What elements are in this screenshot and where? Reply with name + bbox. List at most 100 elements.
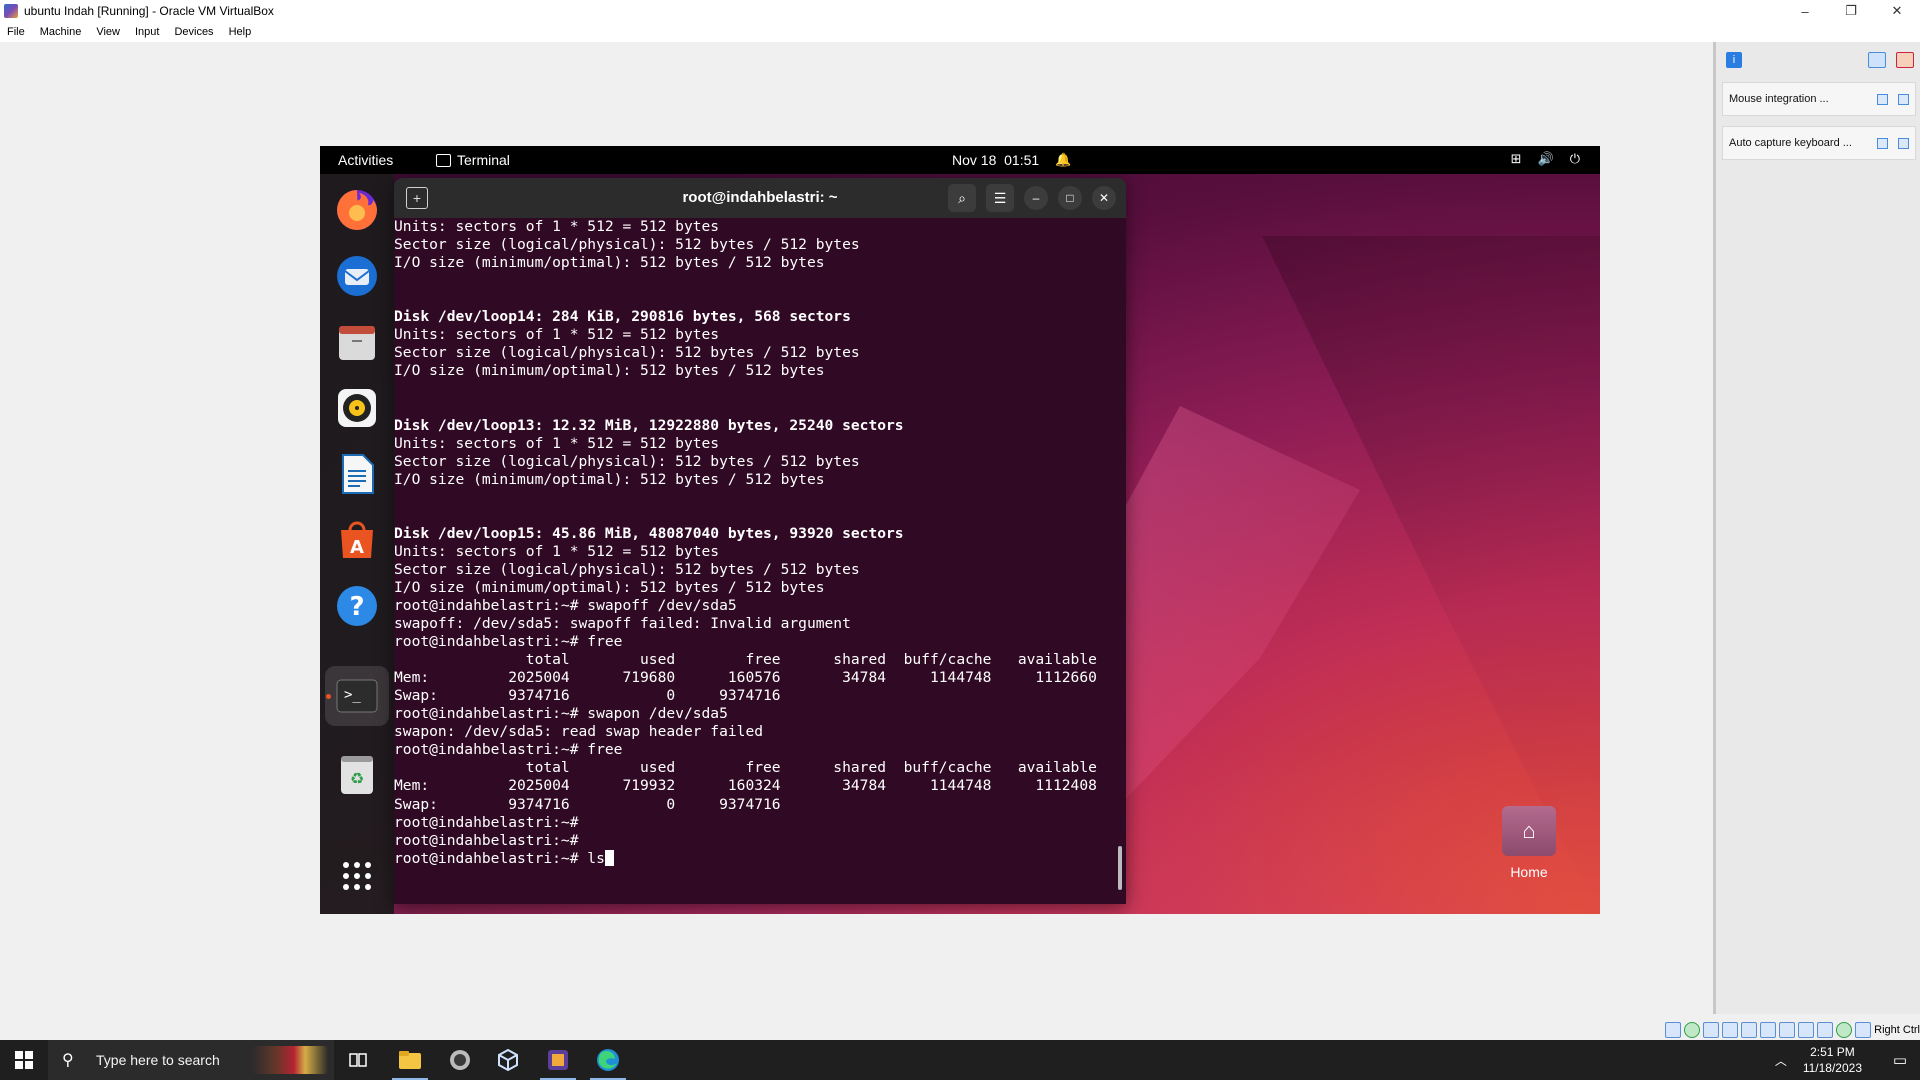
close-notification-icon[interactable] [1898, 93, 1909, 105]
terminal-line: root@indahbelastri:~# [394, 813, 579, 831]
minimize-terminal-button[interactable]: – [1024, 186, 1048, 210]
task-view-button[interactable] [334, 1040, 382, 1080]
search-button[interactable]: ⌕ [948, 184, 976, 212]
close-terminal-button[interactable]: ✕ [1092, 186, 1116, 210]
terminal-text: Units: sectors of 1 * 512 = 512 bytes Se… [394, 218, 1112, 868]
hamburger-icon: ☰ [993, 189, 1007, 206]
terminal-line: Sector size (logical/physical): 512 byte… [394, 560, 860, 578]
terminal-line: Mem: 2025004 719680 160576 34784 1144748… [394, 669, 1097, 687]
close-button[interactable]: ✕ [1874, 0, 1920, 22]
keyboard-capture-icon[interactable] [1855, 1022, 1872, 1038]
maximize-terminal-button[interactable]: □ [1058, 186, 1082, 210]
menu-view[interactable]: View [89, 26, 128, 38]
guest-screen[interactable]: Activities Terminal Nov 18 01:51 🔔 ⊞ 🔊 ⏻ [320, 146, 1600, 914]
rhythmbox-icon[interactable] [335, 386, 379, 430]
firefox-icon[interactable] [335, 188, 379, 232]
info-icon: i [1726, 52, 1742, 68]
shared-folders-icon[interactable] [1760, 1022, 1777, 1038]
terminal-line: Disk /dev/loop13: 12.32 MiB, 12922880 by… [394, 416, 904, 434]
vbox-title-bar: ubuntu Indah [Running] - Oracle VM Virtu… [0, 0, 1920, 22]
svg-text:A: A [350, 537, 364, 558]
menu-help[interactable]: Help [222, 26, 260, 38]
taskbar-date: 11/18/2023 [1802, 1061, 1862, 1075]
terminal-icon[interactable]: >_ [325, 666, 389, 726]
app-menu-label: Terminal [457, 152, 510, 168]
terminal-prompt: root@indahbelastri:~# [394, 849, 588, 867]
edge-taskbar-icon[interactable] [584, 1040, 632, 1080]
menu-input[interactable]: Input [128, 26, 167, 38]
thunderbird-taskbar-icon[interactable] [436, 1040, 484, 1080]
terminal-line: root@indahbelastri:~# [394, 831, 579, 849]
display-icon[interactable] [1779, 1022, 1796, 1038]
hamburger-menu-button[interactable]: ☰ [986, 184, 1014, 212]
terminal-line: root@indahbelastri:~# free [394, 741, 623, 759]
desktop-home-folder[interactable]: ⌂ Home [1499, 806, 1559, 880]
search-highlight-image [252, 1046, 328, 1074]
system-tray: ︿ 2:51 PM 11/18/2023 ▭ [1775, 1040, 1920, 1080]
audio-icon[interactable] [1703, 1022, 1720, 1038]
system-menu[interactable]: ⊞ 🔊 ⏻ [1511, 151, 1580, 167]
hard-disk-icon[interactable] [1665, 1022, 1682, 1038]
terminal-line: Sector size (logical/physical): 512 byte… [394, 236, 860, 254]
terminal-output[interactable]: Units: sectors of 1 * 512 = 512 bytes Se… [394, 218, 1112, 904]
app-taskbar-icon[interactable] [484, 1040, 532, 1080]
terminal-scrollbar[interactable] [1118, 846, 1122, 890]
show-apps-icon[interactable] [335, 854, 379, 898]
mouse-integration-icon[interactable] [1836, 1022, 1853, 1038]
restore-button[interactable]: ❐ [1828, 0, 1874, 22]
svg-text:?: ? [349, 592, 364, 622]
start-button[interactable] [0, 1040, 48, 1080]
notification-auto-capture-keyboard[interactable]: Auto capture keyboard ... [1722, 126, 1916, 160]
do-not-show-icon[interactable] [1877, 137, 1888, 149]
windows-logo-icon [15, 1051, 33, 1069]
action-center-icon[interactable]: ▭ [1880, 1051, 1920, 1069]
menu-devices[interactable]: Devices [167, 26, 221, 38]
files-icon[interactable] [335, 320, 379, 364]
optical-drive-icon[interactable] [1684, 1022, 1701, 1038]
close-notification-icon[interactable] [1898, 137, 1909, 149]
terminal-line: total used free shared buff/cache availa… [394, 759, 1097, 777]
file-explorer-taskbar-icon[interactable] [386, 1040, 434, 1080]
menu-machine[interactable]: Machine [33, 26, 90, 38]
help-icon[interactable]: ? [335, 584, 379, 628]
dismiss-all-icon[interactable] [1896, 52, 1914, 68]
show-hidden-icons-chevron-up-icon[interactable]: ︿ [1775, 1052, 1787, 1069]
home-folder-icon: ⌂ [1502, 806, 1556, 856]
activities-button[interactable]: Activities [338, 152, 393, 168]
terminal-line: root@indahbelastri:~# swapoff /dev/sda5 [394, 596, 737, 614]
usb-icon[interactable] [1741, 1022, 1758, 1038]
terminal-line: root@indahbelastri:~# free [394, 633, 623, 651]
terminal-line: I/O size (minimum/optimal): 512 bytes / … [394, 254, 825, 272]
minimize-button[interactable]: – [1782, 0, 1828, 22]
virtualbox-taskbar-icon[interactable] [534, 1040, 582, 1080]
app-center-icon[interactable]: A [335, 518, 379, 562]
ubuntu-dock: A ? >_ ♻ [320, 174, 394, 914]
cpu-icon[interactable] [1817, 1022, 1834, 1038]
terminal-icon [436, 153, 451, 167]
terminal-line: swapon: /dev/sda5: read swap header fail… [394, 723, 764, 741]
terminal-line: I/O size (minimum/optimal): 512 bytes / … [394, 578, 825, 596]
svg-text:>_: >_ [344, 687, 361, 703]
taskbar-search[interactable]: ⚲ Type here to search [48, 1040, 334, 1080]
toggle-messages-icon[interactable] [1868, 52, 1886, 68]
terminal-input[interactable]: ls [587, 850, 605, 867]
trash-icon[interactable]: ♻ [335, 752, 379, 796]
app-menu-terminal[interactable]: Terminal [436, 152, 510, 168]
do-not-show-icon[interactable] [1877, 93, 1888, 105]
virtualbox-app-icon [4, 4, 18, 18]
notification-mouse-integration[interactable]: Mouse integration ... [1722, 82, 1916, 116]
terminal-line: Disk /dev/loop15: 45.86 MiB, 48087040 by… [394, 524, 904, 542]
terminal-line: total used free shared buff/cache availa… [394, 651, 1097, 669]
recording-icon[interactable] [1798, 1022, 1815, 1038]
clock[interactable]: Nov 18 01:51 🔔 [952, 152, 1071, 168]
terminal-line: I/O size (minimum/optimal): 512 bytes / … [394, 362, 825, 380]
home-label: Home [1510, 864, 1548, 880]
thunderbird-icon[interactable] [335, 254, 379, 298]
menu-file[interactable]: File [0, 26, 33, 38]
terminal-line: swapoff: /dev/sda5: swapoff failed: Inva… [394, 615, 851, 633]
libreoffice-writer-icon[interactable] [335, 452, 379, 496]
svg-text:♻: ♻ [350, 769, 364, 788]
network-icon[interactable] [1722, 1022, 1739, 1038]
taskbar-clock[interactable]: 2:51 PM 11/18/2023 [1803, 1044, 1862, 1076]
terminal-window[interactable]: + root@indahbelastri: ~ ⌕ ☰ – □ ✕ Units:… [394, 178, 1126, 904]
